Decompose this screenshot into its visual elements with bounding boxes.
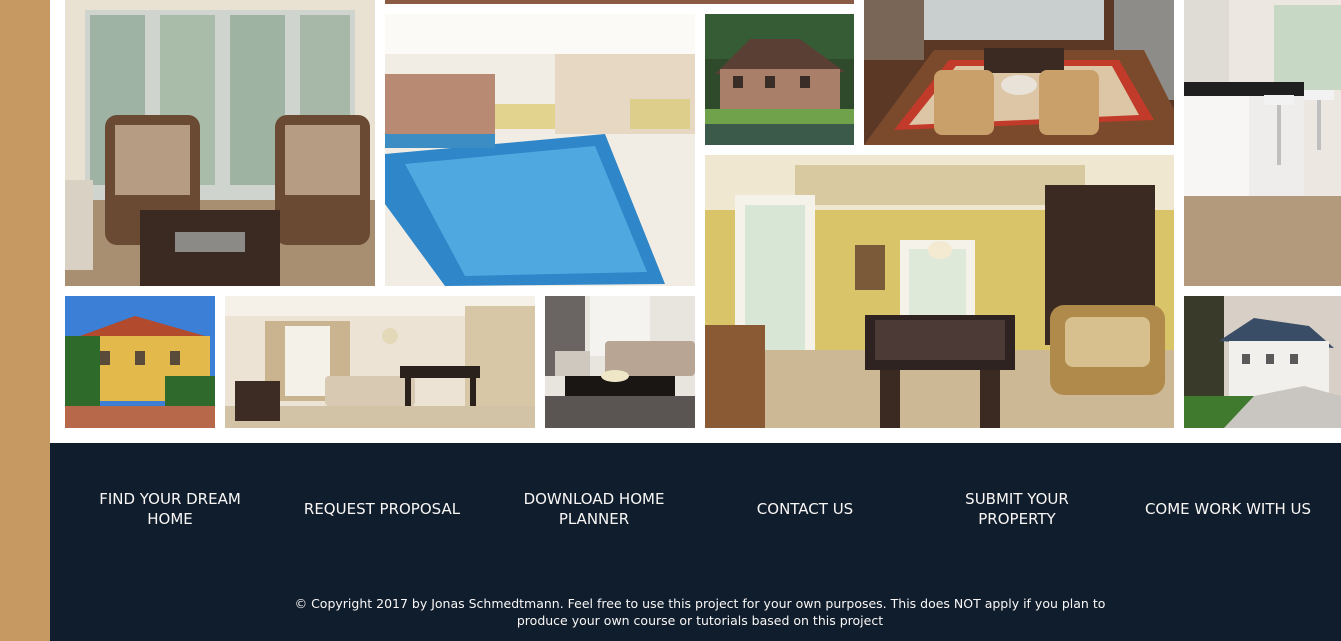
- gallery-image-modern-lounge: [545, 296, 695, 428]
- footer-link-find-dream-home[interactable]: FIND YOUR DREAM HOME: [80, 487, 260, 531]
- footer-link-contact-us[interactable]: CONTACT US: [715, 487, 895, 531]
- gallery-image-dining-living-room: [225, 296, 535, 428]
- footer-link-download-home-planner[interactable]: DOWNLOAD HOME PLANNER: [504, 487, 684, 531]
- footer-link-request-proposal[interactable]: REQUEST PROPOSAL: [292, 487, 472, 531]
- gallery: [50, 0, 1341, 443]
- gallery-image-living-room-armchairs: [65, 0, 375, 286]
- gallery-image-kitchen-white: [1184, 0, 1341, 286]
- gallery-image-lounge-fireplace: [864, 0, 1174, 145]
- footer-nav: FIND YOUR DREAM HOME REQUEST PROPOSAL DO…: [50, 443, 1341, 573]
- footer: FIND YOUR DREAM HOME REQUEST PROPOSAL DO…: [50, 443, 1341, 641]
- gallery-image-mediterranean-villa: [65, 296, 215, 428]
- copyright-text: © Copyright 2017 by Jonas Schmedtmann. F…: [294, 595, 1106, 628]
- gallery-image-white-house-driveway: [1184, 296, 1341, 428]
- footer-link-come-work-with-us[interactable]: COME WORK WITH US: [1138, 487, 1318, 531]
- footer-link-submit-property[interactable]: SUBMIT YOUR PROPERTY: [927, 487, 1107, 531]
- gallery-image-house-lakeside: [705, 14, 854, 145]
- gallery-image-billiard-room: [705, 155, 1174, 428]
- gallery-image-top-strip: [385, 0, 854, 4]
- gallery-image-indoor-pool: [385, 14, 695, 286]
